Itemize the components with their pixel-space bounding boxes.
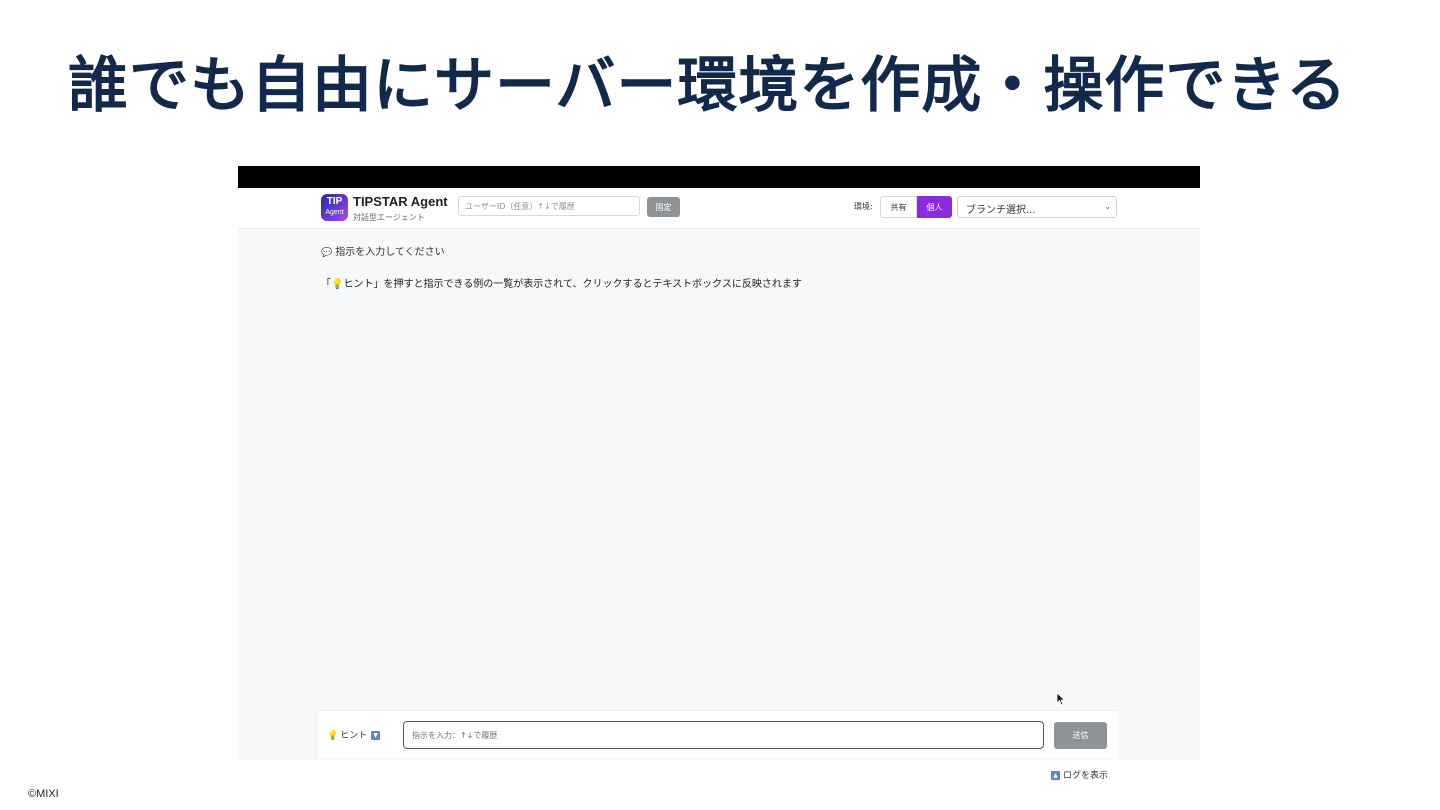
app-header: TIP Agent TIPSTAR Agent 対話型エージェント 固定 環境:…: [238, 188, 1200, 229]
hint-label: ヒント: [340, 731, 368, 741]
chevron-down-icon: ⌄: [1104, 202, 1111, 211]
env-personal-button[interactable]: 個人: [917, 196, 952, 218]
message-input-area: 💡ヒント▼ 送信: [319, 710, 1118, 759]
app-name: TIPSTAR Agent: [353, 194, 448, 209]
branch-select-value: ブランチ選択...: [966, 205, 1036, 216]
branch-select[interactable]: ブランチ選択... ⌄: [957, 196, 1117, 218]
env-shared-button[interactable]: 共有: [880, 196, 917, 218]
prompt-message: 💬 指示を入力してください: [321, 243, 445, 258]
app-subtitle: 対話型エージェント: [353, 213, 425, 222]
arrow-up-icon: ▲: [1051, 771, 1060, 780]
app-screenshot: TIP Agent TIPSTAR Agent 対話型エージェント 固定 環境:…: [238, 166, 1200, 760]
speech-bubble-icon: 💬: [321, 248, 333, 258]
slide-title: 誰でも自由にサーバー環境を作成・操作できる: [68, 51, 1348, 121]
message-input[interactable]: [403, 721, 1044, 749]
copyright: ©MIXI: [28, 788, 59, 800]
fix-button[interactable]: 固定: [647, 197, 680, 217]
mouse-cursor-icon: [1056, 692, 1066, 706]
hint-description: 「💡ヒント」を押すと指示できる例の一覧が表示されて、クリックするとテキストボック…: [321, 279, 802, 290]
lightbulb-icon: 💡: [327, 731, 339, 741]
logo-text-top: TIP: [326, 196, 343, 207]
logo-text-bottom: Agent: [325, 209, 344, 216]
env-label: 環境:: [854, 202, 873, 211]
log-toggle-label: ログを表示: [1063, 771, 1109, 781]
send-button[interactable]: 送信: [1054, 722, 1107, 749]
browser-top-bar: [238, 166, 1200, 188]
app-logo: TIP Agent: [321, 194, 348, 221]
hint-toggle[interactable]: 💡 ヒント ▼: [327, 728, 381, 741]
user-id-input[interactable]: [458, 196, 640, 216]
arrow-down-icon: ▼: [371, 731, 381, 740]
prompt-text: 指示を入力してください: [335, 247, 445, 258]
log-toggle[interactable]: ▲ ログを表示: [1051, 768, 1108, 781]
